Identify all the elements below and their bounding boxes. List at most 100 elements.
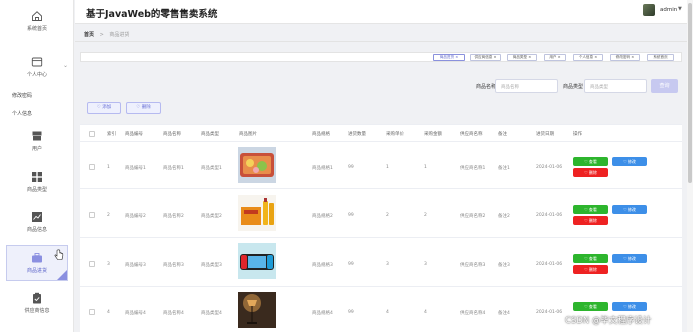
sidebar-item-goods-info[interactable]: 商品信息 bbox=[0, 211, 74, 233]
col-header-price: 采购单价 bbox=[386, 132, 404, 137]
avatar[interactable] bbox=[643, 4, 655, 16]
add-button[interactable]: ♡ 添加 bbox=[87, 102, 121, 114]
edit-button[interactable]: ♡ 修改 bbox=[612, 302, 647, 311]
table-cell: 1 bbox=[424, 165, 427, 170]
delete-button[interactable]: ♡ 删除 bbox=[573, 216, 608, 225]
tag-category[interactable]: 商品类型 × bbox=[507, 54, 537, 61]
product-image bbox=[238, 292, 276, 328]
col-header-index: 索引 bbox=[107, 132, 116, 137]
table-cell: 99 bbox=[348, 213, 354, 218]
edit-button[interactable]: ♡ 修改 bbox=[612, 205, 647, 214]
table-cell: 99 bbox=[348, 165, 354, 170]
id-card-icon bbox=[31, 57, 43, 67]
sidebar-item-home[interactable]: 系统首页 bbox=[0, 10, 74, 32]
product-image bbox=[238, 147, 276, 183]
divider bbox=[75, 41, 687, 42]
sidebar: 系统首页 个人中心 ⌄ 修改密码 个人信息 用户 商品类型 商品信息 商品进货 … bbox=[0, 0, 74, 332]
query-button[interactable]: 查询 bbox=[651, 79, 678, 93]
tag-change-password[interactable]: 修改密码 × bbox=[610, 54, 640, 61]
table-cell: 3 bbox=[386, 262, 389, 267]
home-icon bbox=[32, 11, 42, 21]
table-cell: 2024-01-06 bbox=[536, 310, 563, 315]
table-cell: 商品规格4 bbox=[312, 311, 333, 316]
sidebar-item-change-password[interactable]: 修改密码 bbox=[12, 92, 32, 99]
sidebar-item-label: 供应商信息 bbox=[24, 308, 50, 314]
sidebar-item-label: 个人中心 bbox=[26, 72, 47, 78]
table-cell: 商品名称1 bbox=[163, 166, 184, 171]
row-divider bbox=[80, 237, 682, 238]
chevron-down-icon: ⌄ bbox=[63, 62, 69, 69]
sidebar-item-label: 用户 bbox=[31, 146, 42, 152]
table-cell: 备注3 bbox=[498, 263, 510, 268]
edit-button[interactable]: ♡ 修改 bbox=[612, 157, 647, 166]
tag-personal-info[interactable]: 个人信息 × bbox=[573, 54, 603, 61]
product-image bbox=[238, 195, 276, 231]
view-button[interactable]: ♡ 查看 bbox=[573, 302, 608, 311]
table-cell: 4 bbox=[107, 310, 110, 315]
sidebar-item-label: 系统首页 bbox=[26, 26, 47, 32]
col-header-note: 备注 bbox=[498, 132, 507, 137]
table-cell: 商品规格2 bbox=[312, 214, 333, 219]
col-header-supplier: 供应商名称 bbox=[460, 132, 483, 137]
product-image bbox=[238, 243, 276, 279]
col-header-name: 商品名称 bbox=[163, 132, 181, 137]
table-cell: 2 bbox=[424, 213, 427, 218]
col-header-spec: 商品规格 bbox=[312, 132, 330, 137]
col-header-image: 商品图片 bbox=[239, 132, 257, 137]
table-border bbox=[80, 124, 682, 125]
sidebar-item-category[interactable]: 商品类型 bbox=[0, 171, 74, 193]
edit-button[interactable]: ♡ 修改 bbox=[612, 254, 647, 263]
table-cell: 商品类型1 bbox=[201, 166, 222, 171]
row-divider bbox=[80, 286, 682, 287]
delete-button[interactable]: ♡ 删除 bbox=[573, 265, 608, 274]
product-name-input[interactable]: 商品名称 bbox=[495, 79, 558, 93]
table-cell: 商品类型3 bbox=[201, 263, 222, 268]
table-cell: 商品类型2 bbox=[201, 214, 222, 219]
breadcrumb-separator: > bbox=[99, 32, 104, 38]
select-all-checkbox[interactable] bbox=[89, 131, 95, 137]
col-header-date: 进货日期 bbox=[536, 132, 554, 137]
table-header-border bbox=[80, 141, 682, 142]
sidebar-item-personal-info[interactable]: 个人信息 bbox=[12, 110, 32, 117]
grid-icon bbox=[32, 172, 42, 182]
table-cell: 商品类型4 bbox=[201, 311, 222, 316]
col-header-amount: 采购金额 bbox=[424, 132, 442, 137]
product-type-input[interactable]: 商品类型 bbox=[584, 79, 647, 93]
row-checkbox[interactable] bbox=[89, 309, 95, 315]
sidebar-item-users[interactable]: 用户 bbox=[0, 130, 74, 152]
scrollbar-thumb[interactable] bbox=[688, 3, 692, 183]
clipboard-icon bbox=[33, 292, 41, 304]
view-button[interactable]: ♡ 查看 bbox=[573, 254, 608, 263]
product-type-label: 商品类型 bbox=[563, 84, 584, 90]
table-cell: 商品名称3 bbox=[163, 263, 184, 268]
product-name-label: 商品名称 bbox=[476, 84, 497, 90]
table-cell: 3 bbox=[424, 262, 427, 267]
table-cell: 供应商名称1 bbox=[460, 166, 486, 171]
sidebar-item-supplier[interactable]: 供应商信息 bbox=[0, 292, 74, 314]
hand-cursor-icon bbox=[54, 249, 64, 260]
app-title: 基于JavaWeb的零售售卖系统 bbox=[86, 9, 218, 20]
view-button[interactable]: ♡ 查看 bbox=[573, 157, 608, 166]
view-button[interactable]: ♡ 查看 bbox=[573, 205, 608, 214]
table-cell: 2 bbox=[386, 213, 389, 218]
table-cell: 3 bbox=[107, 262, 110, 267]
user-name[interactable]: admin bbox=[660, 7, 677, 13]
row-checkbox[interactable] bbox=[89, 261, 95, 267]
table-cell: 1 bbox=[386, 165, 389, 170]
chevron-down-icon[interactable]: ▼ bbox=[678, 6, 682, 12]
delete-button[interactable]: ♡ 删除 bbox=[573, 168, 608, 177]
table-cell: 商品编号2 bbox=[125, 214, 146, 219]
tag-supplier[interactable]: 供应商信息 × bbox=[470, 54, 501, 61]
tag-users[interactable]: 用户 × bbox=[544, 54, 566, 61]
breadcrumb-home[interactable]: 首页 bbox=[84, 32, 94, 38]
breadcrumb: 首页 > 商品进货 bbox=[84, 31, 129, 38]
table-cell: 商品规格1 bbox=[312, 166, 333, 171]
tag-purchase[interactable]: 商品进货 × bbox=[433, 54, 465, 61]
row-checkbox[interactable] bbox=[89, 164, 95, 170]
batch-delete-button[interactable]: ♡ 删除 bbox=[126, 102, 161, 114]
table-cell: 1 bbox=[107, 165, 110, 170]
tag-home[interactable]: 系统首页 bbox=[647, 54, 674, 61]
table-cell: 备注1 bbox=[498, 166, 510, 171]
table-cell: 2024-01-06 bbox=[536, 262, 563, 267]
row-checkbox[interactable] bbox=[89, 212, 95, 218]
